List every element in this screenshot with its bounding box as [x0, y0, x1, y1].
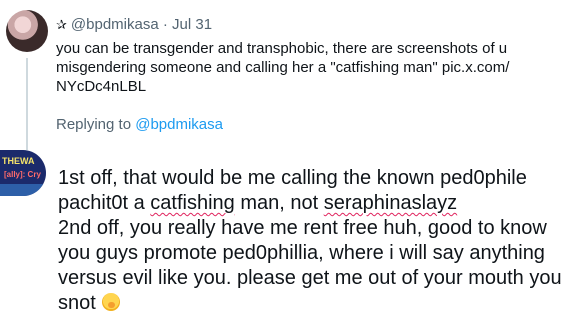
reply-compose: THEWA [ally]: Cry 1st off, that would be…	[0, 150, 577, 335]
reply-text-segment: man, not	[234, 192, 324, 214]
spellcheck-word: catfishing	[150, 192, 235, 214]
tweet-header: ✰ @bpdmikasa · Jul 31	[56, 16, 212, 33]
user-handle[interactable]: @bpdmikasa	[71, 16, 159, 33]
thread-line	[26, 58, 28, 150]
original-tweet: ✰ @bpdmikasa · Jul 31 you can be transgen…	[0, 0, 577, 150]
spellcheck-word: seraphinaslayz	[323, 192, 458, 214]
reply-text-input[interactable]: 1st off, that would be me calling the kn…	[58, 166, 573, 316]
replying-to: Replying to @bpdmikasa	[56, 116, 223, 133]
reply-text-segment: pachit0t a	[58, 192, 151, 214]
reply-line: 1st off, that would be me calling the kn…	[58, 167, 527, 189]
reply-line: versus evil like you. please get me out …	[58, 267, 562, 289]
avatar[interactable]	[6, 10, 48, 52]
avatar-band	[0, 184, 46, 196]
reply-line: 2nd off, you really have me rent free hu…	[58, 217, 547, 239]
reply-line: you guys promote ped0phillia, where i wi…	[58, 242, 545, 264]
tweet-text: you can be transgender and transphobic, …	[56, 39, 556, 96]
tweet-text-line: misgendering someone and calling her a "…	[56, 59, 510, 76]
reply-line: pachit0t a catfishing man, not seraphina…	[58, 191, 573, 216]
tweet-date[interactable]: Jul 31	[172, 16, 212, 33]
star-icon: ✰	[56, 17, 67, 32]
replying-label: Replying to	[56, 116, 132, 133]
face-with-hand-over-mouth-emoji	[101, 293, 120, 311]
avatar-text: THEWA	[2, 156, 35, 166]
replying-handle-link[interactable]: @bpdmikasa	[135, 116, 223, 133]
separator: ·	[162, 16, 168, 33]
reply-text-segment: snot	[58, 292, 96, 314]
avatar[interactable]: THEWA [ally]: Cry	[0, 150, 46, 196]
tweet-text-link[interactable]: NYcDc4nLBL	[56, 77, 556, 96]
reply-line: snot	[58, 291, 573, 316]
tweet-text-line: you can be transgender and transphobic, …	[56, 40, 508, 57]
avatar-text: [ally]: Cry	[4, 170, 41, 179]
